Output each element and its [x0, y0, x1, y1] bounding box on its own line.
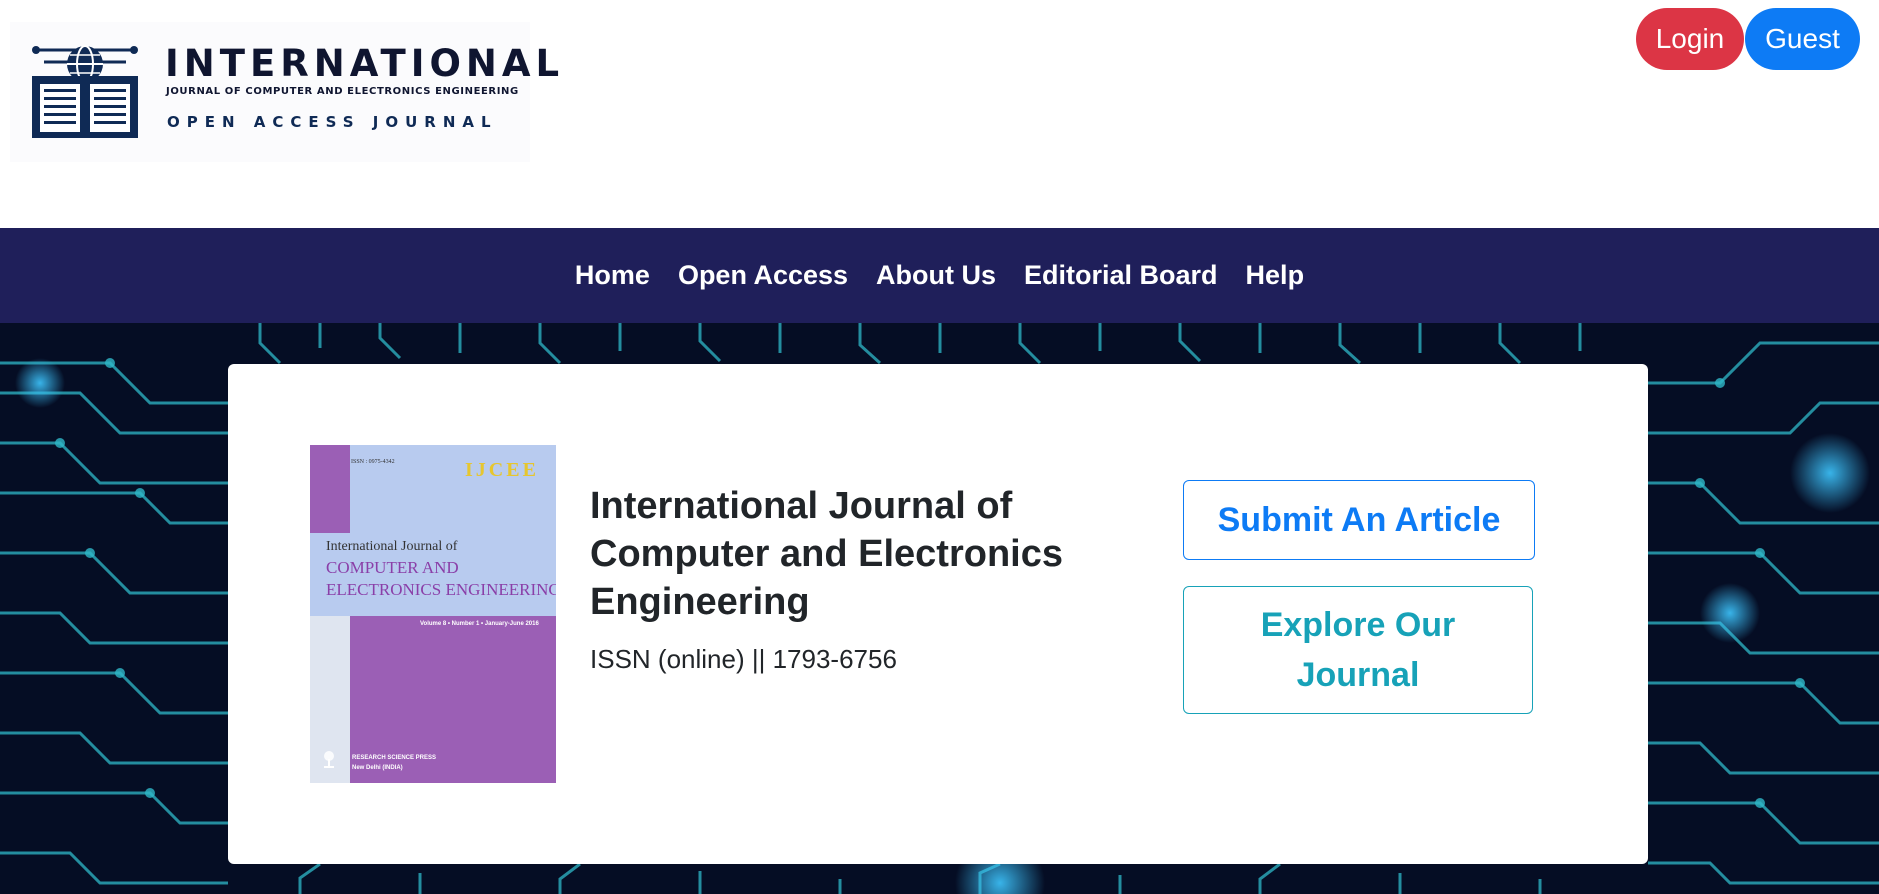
cover-abbreviation: IJCEE: [465, 459, 539, 481]
nav-home[interactable]: Home: [575, 260, 650, 291]
journal-cover-image[interactable]: ISSN : 0975-4342 IJCEE International Jou…: [310, 445, 556, 783]
submit-article-button[interactable]: Submit An Article: [1183, 480, 1535, 560]
cover-city: New Delhi (INDIA): [352, 765, 403, 771]
nav-help[interactable]: Help: [1246, 260, 1305, 291]
nav-about-us[interactable]: About Us: [876, 260, 996, 291]
cover-issn: ISSN : 0975-4342: [351, 459, 395, 465]
cover-left-block: [310, 445, 350, 533]
cover-title-line1: International Journal of: [326, 539, 458, 554]
nav-open-access[interactable]: Open Access: [678, 260, 848, 291]
main-nav: Home Open Access About Us Editorial Boar…: [0, 228, 1879, 323]
cover-title-line3: ELECTRONICS ENGINEERING: [326, 580, 556, 599]
book-globe-icon: [32, 45, 138, 138]
cover-publisher: RESEARCH SCIENCE PRESS: [352, 755, 437, 761]
logo-subtitle: JOURNAL OF COMPUTER AND ELECTRONICS ENGI…: [166, 86, 519, 97]
journal-title: International Journal of Computer and El…: [590, 485, 1063, 623]
cover-volume: Volume 8 • Number 1 • January-June 2016: [420, 621, 539, 627]
journal-issn: ISSN (online) || 1793-6756: [590, 644, 897, 674]
tree-emblem-icon: [324, 751, 334, 768]
login-button[interactable]: Login: [1636, 8, 1744, 70]
journal-card: ISSN : 0975-4342 IJCEE International Jou…: [228, 364, 1648, 864]
nav-editorial-board[interactable]: Editorial Board: [1024, 260, 1218, 291]
guest-button[interactable]: Guest: [1745, 8, 1860, 70]
journal-logo[interactable]: INTERNATIONAL JOURNAL OF COMPUTER AND EL…: [10, 22, 559, 162]
logo-title: INTERNATIONAL: [165, 42, 565, 85]
cover-title-line2: COMPUTER AND: [326, 558, 459, 577]
logo-tagline: OPEN ACCESS JOURNAL: [167, 113, 498, 131]
explore-journal-button[interactable]: Explore Our Journal: [1183, 586, 1533, 714]
site-header: INTERNATIONAL JOURNAL OF COMPUTER AND EL…: [0, 0, 1879, 228]
